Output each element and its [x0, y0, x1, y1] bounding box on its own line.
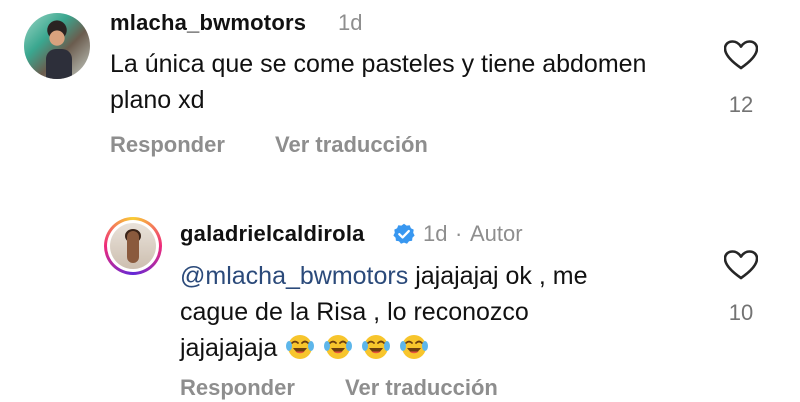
text-line-3-rest: jajajajaja — [180, 334, 278, 362]
story-ring[interactable] — [104, 217, 162, 275]
avatar[interactable] — [24, 13, 90, 79]
face-with-tears-of-joy-icon — [324, 335, 353, 359]
author-badge: Autor — [470, 221, 523, 246]
meta-separator: · — [455, 221, 463, 246]
face-with-tears-of-joy-icon — [362, 335, 391, 359]
translate-button[interactable]: Ver traducción — [275, 132, 428, 158]
heart-icon[interactable] — [724, 250, 758, 280]
reply-button[interactable]: Responder — [110, 132, 225, 158]
comment-text: @mlacha_bwmotors jajajajaj ok , me cague… — [180, 258, 700, 366]
verified-badge-icon — [393, 223, 415, 244]
face-with-tears-of-joy-icon — [400, 335, 429, 359]
comment-time: 1d — [423, 221, 448, 246]
like-count: 12 — [728, 92, 754, 117]
translate-button[interactable]: Ver traducción — [345, 375, 498, 401]
avatar-photo — [46, 49, 72, 79]
text-line-1-rest: jajajajaj ok , me — [408, 262, 588, 290]
text-line-1: @mlacha_bwmotors jajajajaj ok , me — [180, 258, 700, 294]
mention-link[interactable]: @mlacha_bwmotors — [180, 262, 408, 290]
comment-time: 1d — [338, 10, 363, 35]
comment-text: La única que se come pasteles y tiene ab… — [110, 50, 647, 114]
face-with-tears-of-joy-icon — [286, 335, 315, 359]
avatar-photo — [127, 231, 139, 263]
like-count: 10 — [728, 300, 754, 325]
comment-username[interactable]: mlacha_bwmotors — [110, 10, 306, 36]
avatar — [110, 223, 156, 269]
comment-username[interactable]: galadrielcaldirola — [180, 221, 365, 247]
text-line-2: cague de la Risa , lo reconozco — [180, 298, 529, 326]
text-line-3: jajajajaja — [180, 330, 700, 366]
heart-icon[interactable] — [724, 40, 758, 70]
reply-button[interactable]: Responder — [180, 375, 295, 401]
